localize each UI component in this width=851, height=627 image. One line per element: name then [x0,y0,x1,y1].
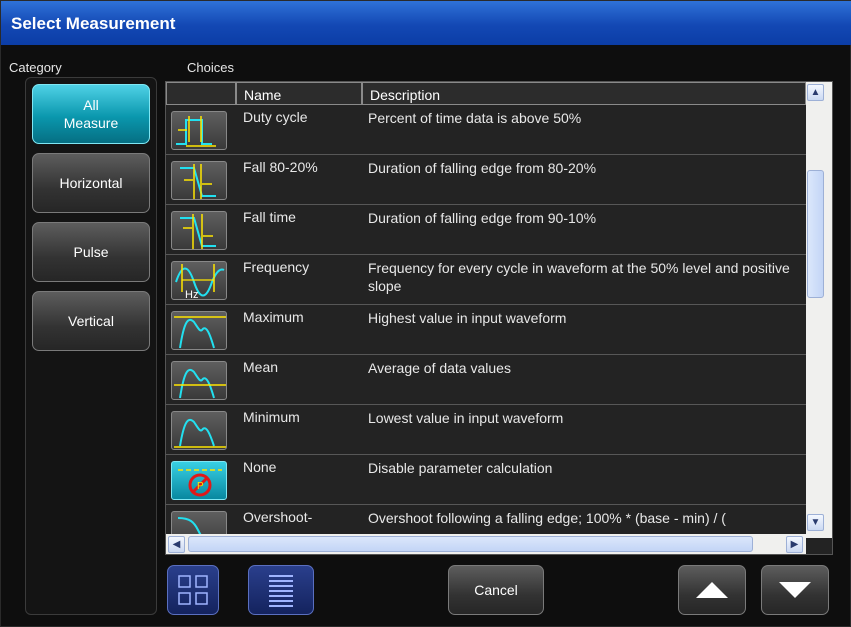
measurement-row-mean[interactable]: Mean Average of data values [166,355,806,405]
category-vertical-button[interactable]: Vertical [32,291,150,351]
category-label: Category [9,60,62,75]
category-pulse-button[interactable]: Pulse [32,222,150,282]
measurement-row-fall-80-20[interactable]: Fall 80-20% Duration of falling edge fro… [166,155,806,205]
category-all-measure-button[interactable]: All Measure [32,84,150,144]
minimum-icon [171,411,227,450]
measurement-row-frequency[interactable]: Hz Frequency Frequency for every cycle i… [166,255,806,305]
category-vertical-label: Vertical [68,313,114,329]
measurement-row-fall-time[interactable]: Fall time Duration of falling edge from … [166,205,806,255]
select-measurement-dialog: Select Measurement Category Choices All … [0,0,851,627]
list-view-button[interactable] [248,565,314,615]
measurement-name: Mean [243,359,279,375]
none-icon: P [171,461,227,500]
measurement-name: Overshoot- [243,509,313,525]
category-panel: All Measure Horizontal Pulse Vertical [25,77,157,615]
duty-cycle-icon [171,111,227,150]
scroll-right-arrow-icon[interactable]: ▶ [786,536,803,553]
measurement-description: Average of data values [368,360,511,376]
name-column-header[interactable]: Name [236,82,362,105]
measurement-row-duty-cycle[interactable]: Duty cycle Percent of time data is above… [166,105,806,155]
icon-column-header[interactable] [166,82,236,105]
mean-icon [171,361,227,400]
measurement-description: Disable parameter calculation [368,460,553,476]
svg-text:P: P [197,481,204,492]
scroll-down-arrow-icon[interactable]: ▼ [807,514,824,531]
measurement-row-minimum[interactable]: Minimum Lowest value in input waveform [166,405,806,455]
cancel-button[interactable]: Cancel [448,565,544,615]
category-horizontal-button[interactable]: Horizontal [32,153,150,213]
measurement-description: Overshoot following a falling edge; 100%… [368,510,726,526]
description-column-header[interactable]: Description [362,82,806,105]
choices-list: Name Description Duty cycle Percent of t… [165,81,833,555]
triangle-down-icon [779,582,811,598]
vertical-scroll-thumb[interactable] [807,170,824,298]
measurement-name: Fall 80-20% [243,159,318,175]
grid-view-icon [178,575,208,605]
measurement-row-maximum[interactable]: Maximum Highest value in input waveform [166,305,806,355]
dialog-title: Select Measurement [11,14,176,33]
scroll-left-arrow-icon[interactable]: ◀ [168,536,185,553]
fall-time-icon [171,211,227,250]
measurement-name: Frequency [243,259,310,275]
list-view-icon [269,575,293,607]
frequency-icon: Hz [171,261,227,300]
triangle-up-icon [696,582,728,598]
page-down-button[interactable] [761,565,829,615]
cancel-button-label: Cancel [474,582,518,598]
page-up-button[interactable] [678,565,746,615]
measurement-name: Minimum [243,409,300,425]
measurement-name: Duty cycle [243,109,308,125]
category-all-measure-label: All Measure [63,97,119,131]
horizontal-scroll-thumb[interactable] [188,536,753,552]
measurement-description: Highest value in input waveform [368,310,567,326]
measurement-description: Duration of falling edge from 80-20% [368,160,597,176]
measurement-description: Duration of falling edge from 90-10% [368,210,597,226]
measurement-description: Lowest value in input waveform [368,410,564,426]
grid-view-button[interactable] [167,565,219,615]
vertical-scrollbar[interactable] [806,82,832,538]
measurement-row-none[interactable]: P None Disable parameter calculation [166,455,806,505]
measurement-description: Percent of time data is above 50% [368,110,582,126]
hz-label: Hz [185,289,198,300]
scroll-up-arrow-icon[interactable]: ▲ [807,84,824,101]
fall-80-20-icon [171,161,227,200]
title-bar: Select Measurement [1,1,851,45]
maximum-icon [171,311,227,350]
measurement-name: Maximum [243,309,304,325]
measurement-description: Frequency for every cycle in waveform at… [368,260,790,294]
measurement-name: Fall time [243,209,296,225]
measurement-name: None [243,459,277,475]
category-horizontal-label: Horizontal [59,175,123,191]
choices-label: Choices [187,60,234,75]
category-pulse-label: Pulse [73,244,109,260]
